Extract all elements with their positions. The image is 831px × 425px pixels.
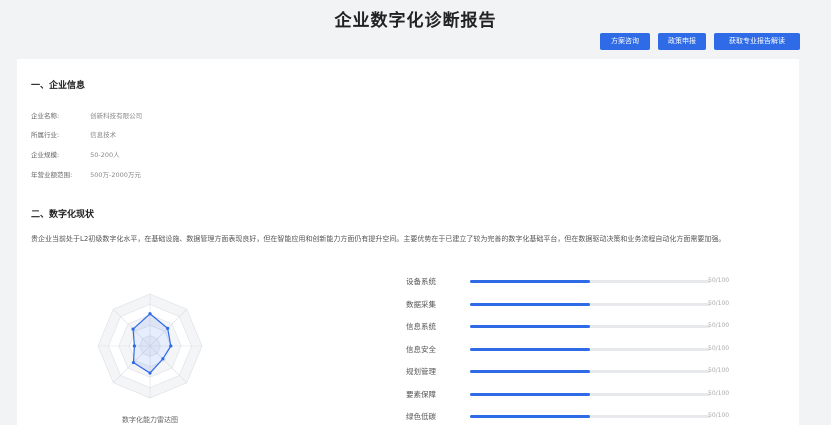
radar-caption: 数字化能力雷达图 (122, 416, 178, 424)
score-bar-label: 设备系统 (406, 277, 436, 286)
consult-button[interactable]: 方案咨询 (600, 33, 650, 50)
score-bar-label: 数据采集 (406, 299, 436, 309)
report-button[interactable]: 获取专业报告解读 (714, 33, 800, 50)
score-bar-value: 50/100 (708, 322, 730, 329)
info-row-size: 企业规模: 50-200人 (31, 149, 120, 159)
policy-button[interactable]: 政策申报 (658, 33, 706, 50)
info-row-name: 企业名称: 创新科技有限公司 (31, 110, 142, 120)
score-bar-value: 50/100 (708, 277, 730, 284)
info-value: 50-200人 (90, 151, 120, 159)
score-bar-value: 50/100 (708, 344, 730, 352)
score-bar-fill (470, 370, 590, 373)
score-bar-row: 要素保障 50/100 (402, 387, 802, 410)
score-bar-track (470, 280, 710, 283)
score-bar-value: 50/100 (708, 367, 730, 374)
score-bar-fill (470, 392, 590, 396)
score-bar-row: 信息安全 50/100 (402, 342, 802, 365)
score-bar-label: 信息系统 (406, 322, 436, 331)
score-bar-label: 信息安全 (406, 344, 436, 354)
score-bar-track (470, 370, 710, 373)
radar-chart (50, 276, 265, 425)
score-bar-value: 50/100 (708, 389, 730, 397)
info-value: 创新科技有限公司 (90, 112, 143, 120)
score-bar-row: 设备系统 50/100 (402, 274, 802, 297)
radar-point (169, 344, 173, 348)
score-bar-value: 50/100 (708, 412, 730, 419)
radar-point (148, 312, 152, 316)
status-summary: 贵企业当前处于L2初级数字化水平，在基础设施、数据管理方面表现良好，但在智能应用… (31, 235, 726, 243)
top-actions: 方案咨询 政策申报 获取专业报告解读 (600, 33, 800, 50)
radar-point (166, 326, 170, 330)
radar-svg (97, 293, 203, 399)
score-bar-track (470, 302, 710, 306)
radar-point (131, 360, 136, 365)
score-bar-fill (470, 302, 590, 306)
score-bar-row: 绿色低碳 50/100 (402, 409, 802, 425)
score-bar-row: 数据采集 50/100 (402, 297, 802, 320)
section-title-info: 一、企业信息 (31, 81, 86, 91)
score-bar-label: 规划管理 (406, 367, 436, 376)
radar-point (132, 344, 136, 348)
score-bar-label: 绿色低碳 (406, 412, 436, 421)
score-bar-fill (470, 415, 590, 418)
info-label: 所属行业: (31, 131, 60, 139)
score-bar-fill (470, 280, 590, 283)
score-bar-value: 50/100 (708, 299, 730, 307)
score-bar-track (470, 347, 710, 351)
info-value: 500万-2000万元 (90, 171, 141, 179)
radar-point (131, 327, 135, 331)
info-label: 企业规模: (31, 151, 60, 159)
score-bar-fill (470, 347, 590, 351)
section-title-status: 二、数字化现状 (31, 210, 95, 220)
radar-point (161, 357, 165, 361)
page-title: 企业数字化诊断报告 (334, 11, 497, 31)
info-label: 企业名称: (31, 112, 60, 120)
score-bar-track (470, 392, 710, 396)
score-bar-row: 信息系统 50/100 (402, 319, 802, 342)
info-value: 信息技术 (90, 131, 117, 139)
score-bar-row: 规划管理 50/100 (402, 364, 802, 387)
info-row-revenue: 年营业额范围: 500万-2000万元 (31, 169, 141, 179)
info-label: 年营业额范围: (31, 171, 73, 179)
score-bar-fill (470, 325, 590, 328)
score-bar-track (470, 325, 710, 328)
score-bars: 设备系统 50/100 数据采集 50/100 信息系统 50/100 信息安全 50/100… (402, 274, 802, 425)
score-bar-track (470, 415, 710, 418)
radar-point (148, 371, 152, 375)
info-row-industry: 所属行业: 信息技术 (31, 129, 116, 139)
score-bar-label: 要素保障 (406, 389, 436, 399)
